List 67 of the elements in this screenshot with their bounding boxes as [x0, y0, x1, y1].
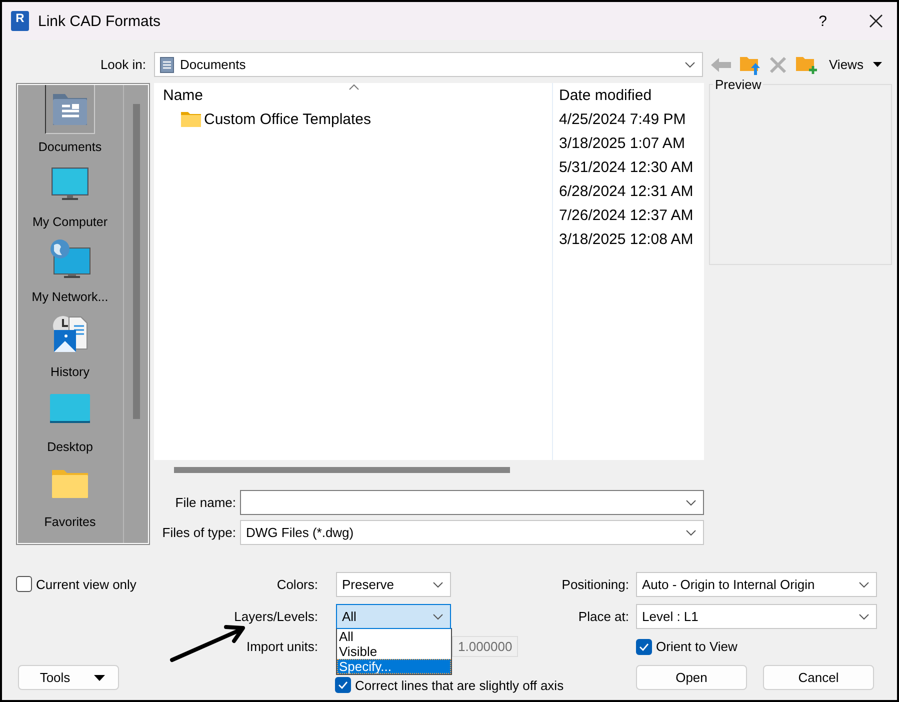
- correct-lines-checkbox[interactable]: Correct lines that are slightly off axis: [335, 677, 636, 693]
- colors-dropdown[interactable]: Preserve: [336, 572, 451, 597]
- file-name-field[interactable]: [240, 490, 704, 515]
- date-cell-text: 7/26/2024 12:37 AM: [559, 206, 694, 226]
- help-button[interactable]: ?: [818, 12, 827, 30]
- places-item[interactable]: Favorites: [17, 459, 123, 534]
- chevron-icon: [686, 530, 696, 536]
- globe-monitor-icon: [49, 239, 91, 279]
- import-units-label: Import units:: [245, 639, 319, 654]
- look-in-label: Look in:: [99, 57, 147, 72]
- date-cell-text: 5/31/2024 12:30 AM: [559, 158, 694, 178]
- caret-icon: [94, 674, 106, 680]
- current-view-checkbox[interactable]: Current view only: [16, 572, 220, 596]
- orient-to-view-checkbox[interactable]: Orient to View: [636, 636, 877, 657]
- places-item[interactable]: History: [17, 309, 123, 384]
- app-icon: R: [11, 11, 29, 31]
- chevron-icon: [859, 582, 869, 588]
- places-item[interactable]: My Computer: [17, 159, 123, 234]
- places-item[interactable]: My Network...: [17, 234, 123, 309]
- column-header[interactable]: Date modified: [559, 83, 704, 107]
- history-icon: [51, 315, 89, 353]
- chevron-icon: [685, 62, 695, 68]
- window-title: Link CAD Formats: [38, 12, 162, 30]
- document-icon: [160, 56, 174, 72]
- column-header[interactable]: Name: [163, 83, 552, 107]
- file-type-dropdown[interactable]: DWG Files (*.dwg): [240, 520, 704, 545]
- open-button[interactable]: Open: [636, 665, 747, 690]
- date-cell-text: 3/18/2025 12:08 AM: [559, 230, 694, 250]
- preview-label: Preview: [713, 77, 764, 92]
- checkmark-icon: [338, 681, 348, 689]
- dropdown-option[interactable]: All: [337, 629, 451, 644]
- places-item[interactable]: Desktop: [17, 384, 123, 459]
- colors-label: Colors:: [276, 576, 319, 592]
- date-cell-text: 4/25/2024 7:49 PM: [559, 110, 687, 130]
- place-at-dropdown[interactable]: Level : L1: [636, 604, 877, 629]
- cancel-button[interactable]: Cancel: [763, 665, 874, 690]
- dropdown-option[interactable]: Visible: [337, 644, 451, 659]
- date-cell-text: 6/28/2024 12:31 AM: [559, 182, 694, 202]
- places-item[interactable]: Documents: [17, 84, 123, 159]
- dropdown-option[interactable]: Specify...: [337, 659, 451, 674]
- look-in-dropdown[interactable]: Documents: [154, 52, 703, 77]
- chevron-icon: [433, 582, 443, 588]
- desktop-icon: [49, 393, 91, 425]
- folder-icon: [51, 469, 89, 499]
- monitor-icon: [51, 167, 89, 201]
- scrollbar-thumb[interactable]: [132, 104, 140, 419]
- positioning-dropdown[interactable]: Auto - Origin to Internal Origin: [636, 572, 877, 597]
- file-row[interactable]: Custom Office Templates: [163, 107, 552, 131]
- chevron-icon: [433, 614, 443, 620]
- scrollbar-thumb[interactable]: [174, 467, 510, 473]
- chevron-icon: [686, 500, 696, 506]
- folder-icon: [181, 112, 201, 126]
- positioning-label: Positioning:: [560, 576, 630, 592]
- place-at-label: Place at:: [577, 608, 630, 624]
- caret-icon: [873, 62, 882, 67]
- date-cell-text: 3/18/2025 1:07 AM: [559, 134, 686, 154]
- close-icon[interactable]: [869, 14, 883, 28]
- views-menu-button[interactable]: Views: [829, 57, 882, 72]
- file-name-label: File name:: [174, 495, 237, 510]
- folder-documents-icon: [52, 92, 88, 126]
- sort-caret-icon: [349, 84, 359, 90]
- checkmark-icon: [639, 642, 649, 650]
- file-type-label: Files of type:: [161, 525, 237, 540]
- tools-button[interactable]: Tools: [18, 665, 119, 690]
- chevron-icon: [859, 614, 869, 620]
- layers-label: Layers/Levels:: [233, 608, 319, 624]
- layers-dropdown[interactable]: All: [336, 604, 451, 629]
